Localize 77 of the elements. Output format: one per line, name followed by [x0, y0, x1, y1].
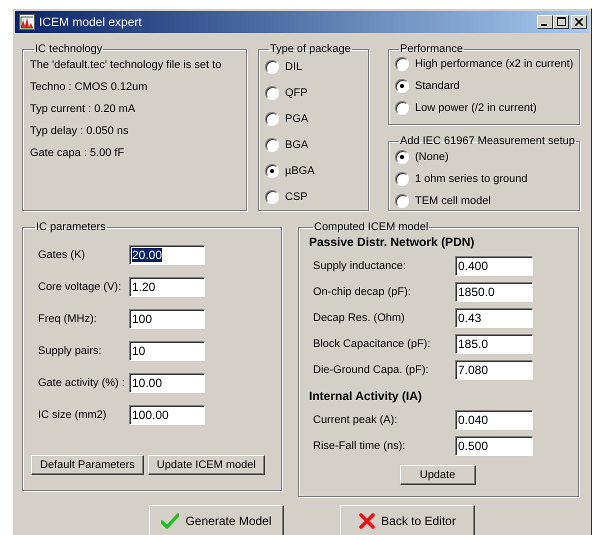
minimize-button[interactable] [537, 15, 553, 29]
field-label: Gates (K) [37, 249, 86, 261]
input-field[interactable]: 1.20 [129, 277, 205, 297]
checkmark-icon [161, 513, 180, 529]
field-label: Current peak (A): [312, 414, 398, 426]
radio-button[interactable] [395, 150, 409, 164]
group-title: Type of package [269, 43, 352, 55]
field-label: IC size (mm2) [37, 409, 108, 421]
radio-button[interactable] [265, 60, 279, 74]
input-field[interactable]: 0.400 [455, 256, 533, 276]
field-label: On-chip decap (pF): [312, 286, 412, 298]
radio-label[interactable]: DIL [285, 59, 302, 75]
radio-label[interactable]: CSP [285, 189, 308, 205]
radio-button[interactable] [265, 86, 279, 100]
group-title: Computed ICEM model [313, 221, 430, 233]
field-label: Die-Ground Capa. (pF): [312, 364, 430, 376]
input-field[interactable]: 0.040 [455, 410, 533, 430]
radio-label[interactable]: 1 ohm series to ground [415, 171, 528, 187]
field-label: Supply inductance: [312, 260, 407, 272]
field-label: Gate activity (%) : [37, 377, 126, 389]
input-field[interactable]: 20.00 [129, 245, 205, 265]
radio-label[interactable]: (None) [415, 149, 449, 165]
radio-button[interactable] [265, 164, 279, 178]
radio-button[interactable] [265, 112, 279, 126]
field-label: Decap Res. (Ohm) [312, 312, 406, 324]
input-field[interactable]: 10 [129, 341, 205, 361]
radio-button[interactable] [265, 190, 279, 204]
info-text: Typ current : 0.20 mA [30, 102, 136, 117]
group-title: IC technology [34, 43, 104, 55]
maximize-icon [556, 17, 566, 26]
action-button[interactable]: Back to Editor [340, 505, 475, 535]
radio-label[interactable]: PGA [285, 111, 308, 127]
maximize-button[interactable] [553, 15, 569, 29]
input-field[interactable]: 185.0 [455, 334, 533, 354]
input-field[interactable]: 1850.0 [455, 282, 533, 302]
action-button[interactable]: Default Parameters [31, 455, 144, 475]
info-text: The 'default.tec' technology file is set to [30, 58, 222, 73]
field-label: Block Capacitance (pF): [312, 338, 432, 350]
radio-label[interactable]: Low power (/2 in current) [415, 100, 537, 116]
field-label: Core voltage (V): [37, 281, 122, 293]
close-button[interactable] [571, 15, 587, 29]
window-title: ICEM model expert [39, 15, 143, 29]
radio-label[interactable]: BGA [285, 137, 308, 153]
info-text: Typ delay : 0.050 ns [30, 124, 130, 139]
radio-button[interactable] [395, 194, 409, 208]
input-field[interactable]: 10.00 [129, 373, 205, 393]
action-button[interactable]: Generate Model [149, 505, 284, 535]
group-title: Performance [399, 43, 464, 55]
info-text: Gate capa : 5.00 fF [30, 146, 126, 161]
section-heading: Internal Activity (IA) [309, 388, 423, 405]
radio-label[interactable]: Standard [415, 78, 460, 94]
group-title: Add IEC 61967 Measurement setup [399, 135, 576, 147]
radio-button[interactable] [265, 138, 279, 152]
radio-label[interactable]: TEM cell model [415, 193, 491, 209]
input-field[interactable]: 7.080 [455, 360, 533, 380]
radio-button[interactable] [395, 172, 409, 186]
radio-button[interactable] [395, 79, 409, 93]
radio-button[interactable] [395, 57, 409, 71]
input-field[interactable]: 0.43 [455, 308, 533, 328]
input-field[interactable]: 0.500 [455, 436, 533, 456]
field-label: Supply pairs: [37, 345, 103, 357]
radio-label[interactable]: QFP [285, 85, 308, 101]
cross-icon [359, 513, 376, 529]
input-field[interactable]: 100.00 [129, 405, 205, 425]
radio-button[interactable] [395, 101, 409, 115]
chart-icon [19, 14, 35, 30]
close-icon [575, 18, 583, 26]
update-button[interactable]: Update [400, 465, 476, 485]
radio-label[interactable]: High performance (x2 in current) [415, 56, 574, 72]
field-label: Freq (MHz): [37, 313, 98, 325]
field-label: Rise-Fall time (ns): [312, 440, 406, 452]
radio-label[interactable]: µBGA [285, 163, 315, 179]
info-text: Techno : CMOS 0.12um [30, 80, 148, 95]
action-button[interactable]: Update ICEM model [148, 455, 265, 475]
section-heading: Passive Distr. Network (PDN) [309, 234, 476, 251]
group-title: IC parameters [35, 221, 107, 233]
input-field[interactable]: 100 [129, 309, 205, 329]
